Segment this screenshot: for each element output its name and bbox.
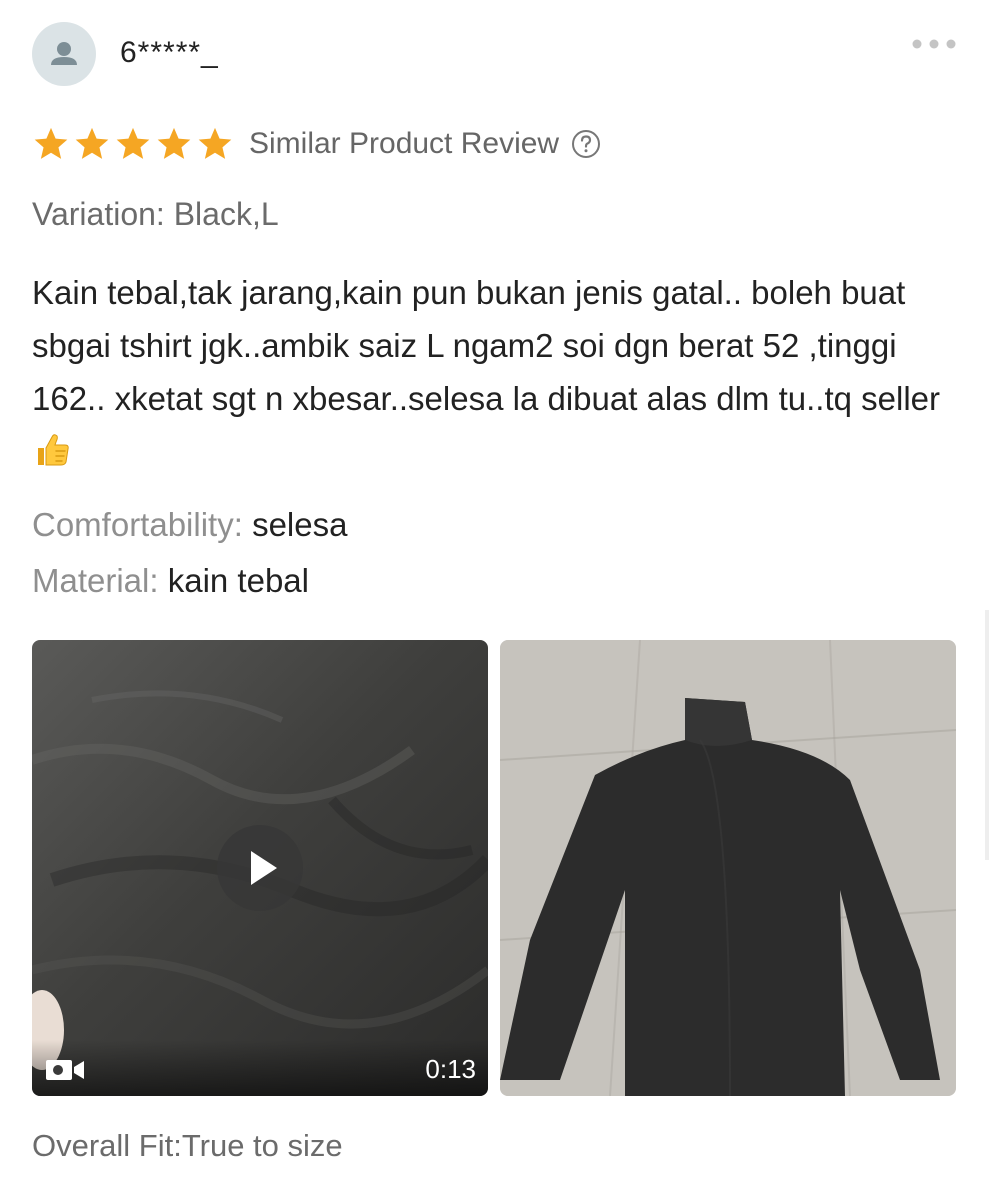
attribute-value: kain tebal — [167, 562, 309, 599]
scrollbar[interactable] — [985, 610, 989, 860]
attribute-material: Material: kain tebal — [32, 562, 309, 600]
overall-fit-text: Overall Fit:True to size — [32, 1128, 343, 1163]
reviewer-username: 6*****_ — [120, 36, 219, 69]
attribute-value: selesa — [252, 506, 348, 543]
avatar[interactable] — [32, 22, 96, 86]
video-duration: 0:13 — [425, 1054, 476, 1084]
star-icon — [198, 127, 232, 159]
attribute-label: Material: — [32, 562, 159, 599]
review-video-thumbnail[interactable]: 0:13 — [32, 640, 488, 1096]
variation-text: Variation: Black,L — [32, 196, 279, 232]
star-icon — [157, 127, 191, 159]
review-header: 6*****_ — [32, 22, 959, 88]
video-info-bar: 0:13 — [32, 1040, 488, 1096]
rating-row: Similar Product Review — [32, 122, 601, 166]
thumbs-up-emoji — [38, 434, 69, 466]
star-rating — [32, 125, 237, 163]
user-avatar-icon — [51, 42, 77, 65]
review-text: Kain tebal,tak jarang,kain pun bukan jen… — [32, 274, 940, 417]
review-photo-thumbnail[interactable] — [500, 640, 956, 1096]
play-button[interactable] — [217, 825, 303, 911]
review-body: Kain tebal,tak jarang,kain pun bukan jen… — [32, 266, 962, 478]
star-icon — [75, 127, 109, 159]
similar-review-label: Similar Product Review — [249, 127, 560, 160]
shirt-photo — [500, 640, 956, 1096]
more-options-button[interactable] — [911, 34, 959, 54]
star-icon — [34, 127, 68, 159]
more-dots-icon — [912, 39, 956, 49]
attribute-label: Comfortability: — [32, 506, 243, 543]
question-circle-icon[interactable] — [571, 129, 601, 159]
star-icon — [116, 127, 150, 159]
play-icon — [251, 851, 277, 885]
attribute-comfortability: Comfortability: selesa — [32, 506, 347, 544]
video-camera-icon — [46, 1060, 84, 1080]
